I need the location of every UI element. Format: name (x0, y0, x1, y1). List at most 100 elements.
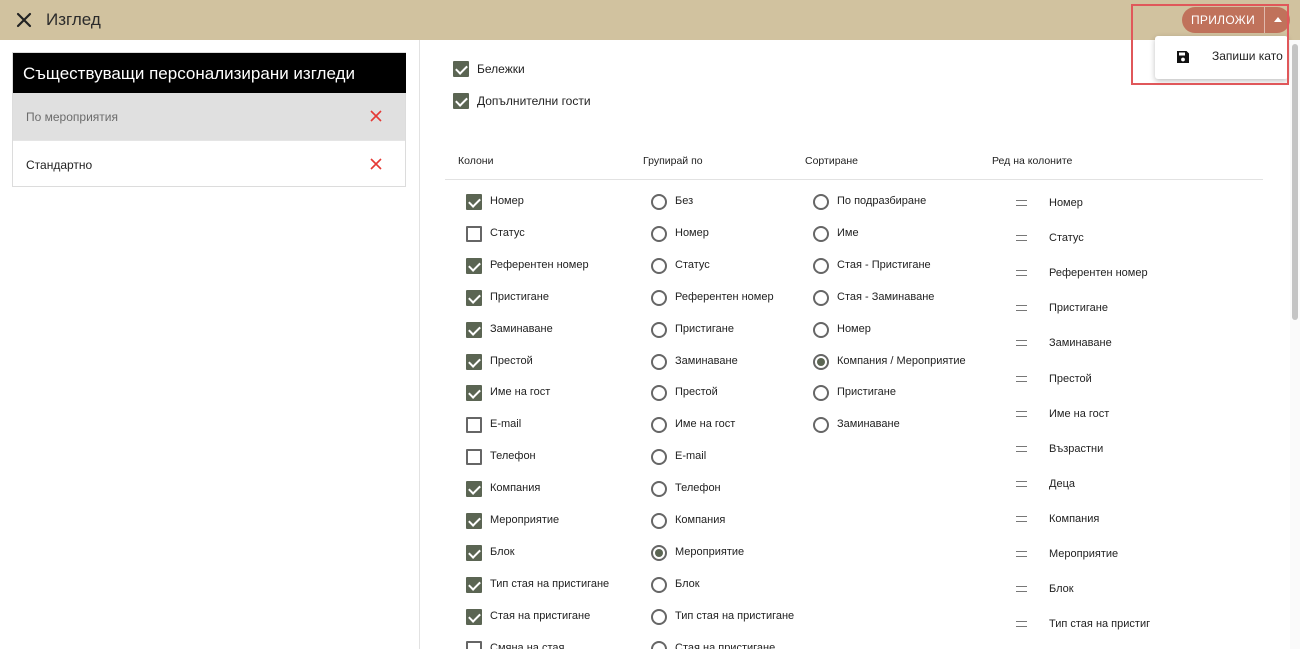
scrollbar-thumb[interactable] (1292, 44, 1298, 320)
group-by-label: Мероприятие (675, 545, 745, 558)
column-order-item[interactable]: Мероприятие (1049, 548, 1118, 560)
column-order-item[interactable]: Деца (1049, 478, 1075, 490)
group-by-radio[interactable] (651, 544, 667, 561)
drag-handle-icon[interactable] (1016, 270, 1027, 277)
column-checkbox[interactable] (466, 321, 482, 338)
save-icon (1177, 51, 1189, 63)
column-checkbox[interactable] (466, 417, 482, 434)
apply-menu-toggle[interactable] (1264, 7, 1290, 33)
save-as-menu-item[interactable]: Запиши като (1155, 36, 1288, 79)
additional-guests-checkbox[interactable] (453, 93, 469, 109)
group-by-radio[interactable] (651, 513, 667, 529)
top-bar: Изглед ПРИЛОЖИ (0, 0, 1300, 40)
sort-radio[interactable] (813, 289, 829, 306)
group-by-radio[interactable] (651, 481, 667, 498)
column-order-item[interactable]: Блок (1049, 583, 1074, 595)
group-by-label: Престой (675, 386, 718, 399)
column-order-item[interactable]: Възрастни (1049, 443, 1103, 455)
sort-radio[interactable] (813, 417, 829, 434)
drag-handle-icon[interactable] (1016, 586, 1027, 593)
group-by-radio[interactable] (651, 353, 667, 370)
drag-handle-icon[interactable] (1016, 515, 1027, 522)
drag-handle-icon[interactable] (1016, 375, 1027, 382)
apply-button[interactable]: ПРИЛОЖИ (1182, 7, 1264, 33)
delete-icon[interactable] (369, 157, 383, 171)
sort-radio[interactable] (813, 385, 829, 402)
column-order-item[interactable]: Статус (1049, 232, 1084, 244)
column-checkbox[interactable] (466, 289, 482, 306)
group-by-radio[interactable] (651, 194, 667, 210)
delete-icon[interactable] (369, 109, 383, 123)
group-by-label: Блок (675, 577, 700, 590)
group-by-radio[interactable] (651, 289, 667, 306)
column-label: Пристигане (490, 290, 549, 303)
column-checkbox[interactable] (466, 194, 482, 210)
columns-header: Колони (458, 155, 494, 167)
column-order-item[interactable]: Номер (1049, 197, 1083, 209)
column-label: Статус (490, 226, 525, 239)
column-checkbox[interactable] (466, 353, 482, 370)
sort-radio[interactable] (813, 257, 829, 274)
view-item-label: Стандартно (26, 158, 93, 172)
column-order-item[interactable]: Престой (1049, 373, 1092, 385)
sort-radio[interactable] (813, 353, 829, 370)
group-by-radio[interactable] (651, 417, 667, 434)
close-icon[interactable] (14, 10, 34, 30)
group-by-radio[interactable] (651, 257, 667, 274)
group-by-radio[interactable] (651, 576, 667, 593)
scrollbar[interactable] (1290, 40, 1300, 649)
column-checkbox[interactable] (466, 608, 482, 625)
view-item-label: По мероприятия (26, 110, 118, 124)
sort-radio[interactable] (813, 225, 829, 242)
column-order-item[interactable]: Тип стая на пристигане (1049, 618, 1150, 630)
group-by-label: Номер (675, 226, 709, 239)
column-checkbox[interactable] (466, 225, 482, 242)
view-item[interactable]: По мероприятия (13, 93, 405, 140)
drag-handle-icon[interactable] (1016, 200, 1027, 206)
column-order-item[interactable]: Пристигане (1049, 302, 1108, 314)
sort-label: Заминаване (837, 418, 900, 431)
group-by-radio[interactable] (651, 608, 667, 625)
group-by-radio[interactable] (651, 321, 667, 338)
drag-handle-icon[interactable] (1016, 235, 1027, 242)
column-label: E-mail (490, 418, 522, 431)
group-by-radio[interactable] (651, 449, 667, 466)
column-order-item[interactable]: Заминаване (1049, 337, 1112, 349)
column-label: Референтен номер (490, 258, 589, 271)
group-by-label: Стая на пристигане (675, 641, 776, 649)
drag-handle-icon[interactable] (1016, 305, 1027, 312)
column-label: Телефон (490, 450, 536, 463)
group-by-label: Заминаване (675, 354, 738, 367)
saved-views-card: Съществуващи персонализирани изгледи По … (12, 52, 406, 187)
apply-dropdown-menu: Запиши като (1155, 36, 1288, 79)
drag-handle-icon[interactable] (1016, 480, 1027, 487)
sort-label: Име (837, 226, 859, 239)
drag-handle-icon[interactable] (1016, 340, 1027, 347)
caret-up-icon (1274, 17, 1282, 22)
drag-handle-icon[interactable] (1016, 445, 1027, 452)
drag-handle-icon[interactable] (1016, 551, 1027, 557)
column-order-item[interactable]: Име на гост (1049, 408, 1109, 420)
sort-radio[interactable] (813, 194, 829, 210)
column-order-item[interactable]: Референтен номер (1049, 267, 1148, 279)
group-by-radio[interactable] (651, 225, 667, 242)
group-by-radio[interactable] (651, 640, 667, 649)
group-by-label: Тип стая на пристигане (675, 609, 795, 622)
column-checkbox[interactable] (466, 576, 482, 593)
panel-divider (419, 40, 420, 649)
column-checkbox[interactable] (466, 257, 482, 274)
column-checkbox[interactable] (466, 385, 482, 402)
view-item[interactable]: Стандартно (13, 141, 405, 188)
column-order-item[interactable]: Компания (1049, 513, 1099, 525)
drag-handle-icon[interactable] (1016, 410, 1027, 417)
group-by-radio[interactable] (651, 385, 667, 402)
notes-checkbox[interactable] (453, 61, 469, 77)
column-checkbox[interactable] (466, 640, 482, 649)
column-checkbox[interactable] (466, 544, 482, 561)
column-checkbox[interactable] (466, 481, 482, 498)
column-checkbox[interactable] (466, 449, 482, 466)
sort-radio[interactable] (813, 321, 829, 338)
drag-handle-icon[interactable] (1016, 621, 1027, 628)
sort-label: Пристигане (837, 386, 896, 399)
column-checkbox[interactable] (466, 513, 482, 529)
